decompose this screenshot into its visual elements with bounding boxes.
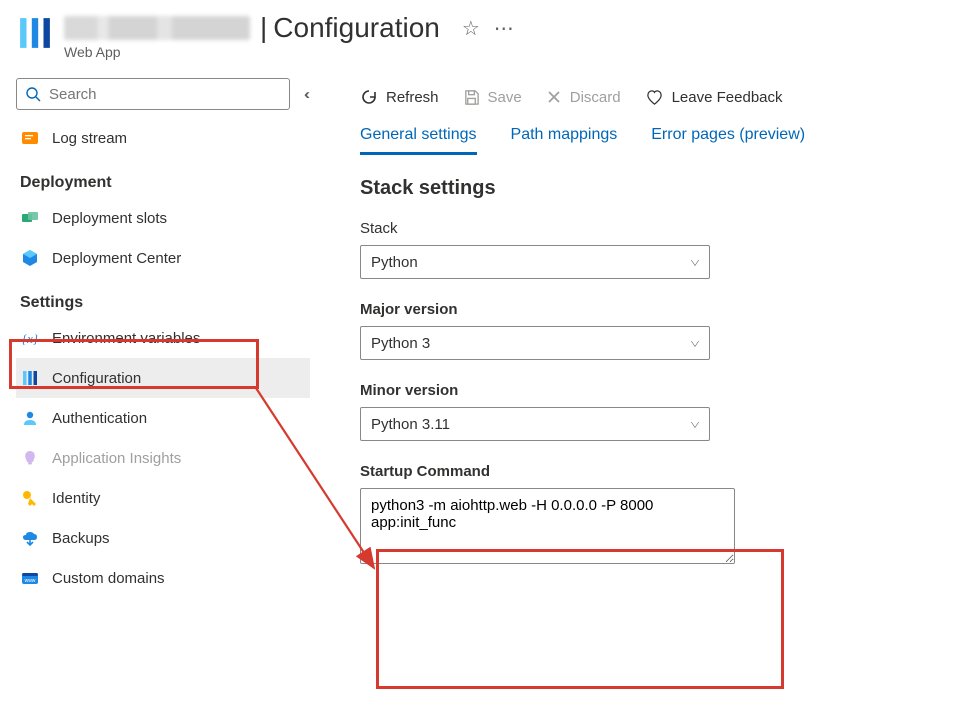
svg-text:www: www (25, 578, 36, 584)
refresh-button[interactable]: Refresh (360, 88, 439, 106)
identity-icon (20, 488, 40, 508)
sidebar-item-backups[interactable]: Backups (16, 518, 310, 558)
save-button[interactable]: Save (463, 89, 522, 106)
resource-type-label: Web App (64, 44, 515, 60)
sidebar-item-label: Custom domains (52, 570, 165, 587)
sidebar-item-authentication[interactable]: Authentication (16, 398, 310, 438)
stack-label: Stack (360, 220, 952, 237)
chevron-down-icon (691, 422, 699, 428)
tab-error-pages[interactable]: Error pages (preview) (651, 126, 805, 155)
tabs: General settings Path mappings Error pag… (354, 126, 958, 155)
sidebar-item-label: Backups (52, 530, 110, 547)
svg-text:{x}: {x} (22, 331, 39, 346)
authentication-icon (20, 408, 40, 428)
configuration-icon (20, 368, 40, 388)
sidebar-item-environment-variables[interactable]: {x} Environment variables (16, 318, 310, 358)
sidebar-section-settings: Settings (16, 278, 310, 318)
log-stream-icon (20, 128, 40, 148)
startup-command-input[interactable] (360, 488, 735, 564)
chevron-down-icon (691, 260, 699, 266)
sidebar: ‹‹ Log stream Deployment Deployment slot… (0, 72, 310, 705)
collapse-sidebar-icon[interactable]: ‹‹ (304, 86, 306, 103)
command-bar: Refresh Save Discard (354, 82, 958, 112)
chevron-down-icon (691, 341, 699, 347)
refresh-icon (360, 88, 378, 106)
sidebar-search[interactable] (16, 78, 290, 110)
sidebar-item-label: Deployment Center (52, 250, 181, 267)
sidebar-item-application-insights[interactable]: Application Insights (16, 438, 310, 478)
major-version-label: Major version (360, 301, 952, 318)
sidebar-section-deployment: Deployment (16, 158, 310, 198)
deployment-slots-icon (20, 208, 40, 228)
sidebar-item-configuration[interactable]: Configuration (16, 358, 310, 398)
deployment-center-icon (20, 248, 40, 268)
favorite-star-icon[interactable]: ☆ (462, 16, 480, 41)
stack-settings-heading: Stack settings (360, 177, 952, 200)
sidebar-item-deployment-center[interactable]: Deployment Center (16, 238, 310, 278)
sidebar-item-label: Configuration (52, 370, 141, 387)
discard-icon (546, 89, 562, 105)
page-title: | Configuration ☆ ⋯ (64, 14, 515, 42)
search-icon (25, 86, 41, 102)
startup-command-label: Startup Command (360, 463, 735, 480)
app-name-redacted (64, 16, 250, 40)
main-panel: Refresh Save Discard (350, 72, 976, 705)
more-actions-icon[interactable]: ⋯ (494, 16, 515, 41)
major-version-select[interactable]: Python 3 (360, 326, 710, 360)
sidebar-item-label: Application Insights (52, 450, 181, 467)
webapp-icon (18, 16, 52, 50)
minor-version-label: Minor version (360, 382, 952, 399)
sidebar-item-label: Identity (52, 490, 100, 507)
sidebar-item-custom-domains[interactable]: www Custom domains (16, 558, 310, 598)
heart-icon (645, 88, 664, 107)
sidebar-item-deployment-slots[interactable]: Deployment slots (16, 198, 310, 238)
backups-icon (20, 528, 40, 548)
tab-path-mappings[interactable]: Path mappings (511, 126, 618, 155)
leave-feedback-button[interactable]: Leave Feedback (645, 88, 783, 107)
search-input[interactable] (47, 85, 281, 104)
page-header: | Configuration ☆ ⋯ Web App (0, 0, 976, 72)
sidebar-item-label: Deployment slots (52, 210, 167, 227)
discard-button[interactable]: Discard (546, 89, 621, 106)
sidebar-item-label: Environment variables (52, 330, 200, 347)
tab-general-settings[interactable]: General settings (360, 126, 477, 155)
sidebar-item-identity[interactable]: Identity (16, 478, 310, 518)
minor-version-select[interactable]: Python 3.11 (360, 407, 710, 441)
save-icon (463, 89, 480, 106)
application-insights-icon (20, 448, 40, 468)
sidebar-item-log-stream[interactable]: Log stream (16, 118, 310, 158)
braces-icon: {x} (20, 328, 40, 348)
sidebar-item-label: Authentication (52, 410, 147, 427)
custom-domains-icon: www (20, 568, 40, 588)
sidebar-item-label: Log stream (52, 130, 127, 147)
stack-select[interactable]: Python (360, 245, 710, 279)
